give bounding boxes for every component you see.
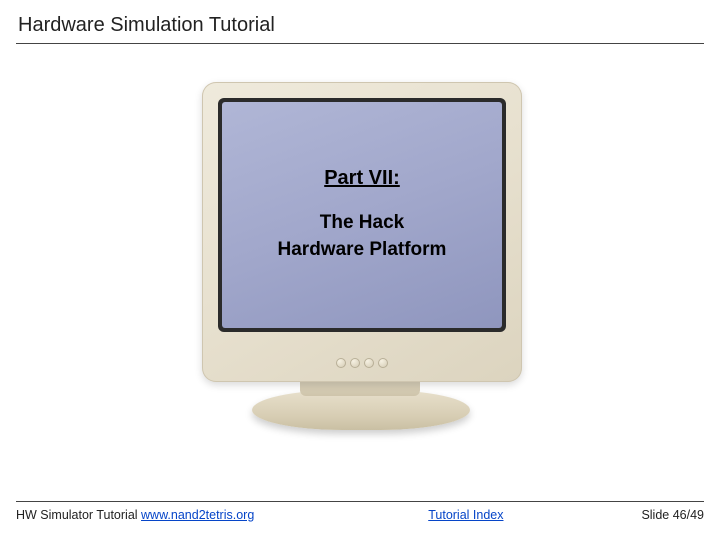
knob-icon	[336, 358, 346, 368]
slide-part-label: Part VII:	[324, 167, 400, 190]
monitor-screen: Part VII: The Hack Hardware Platform	[222, 102, 502, 328]
footer-center: Tutorial Index	[254, 508, 641, 522]
slide-counter: Slide 46/49	[641, 508, 704, 522]
monitor-bezel: Part VII: The Hack Hardware Platform	[218, 98, 506, 332]
divider-bottom	[16, 501, 704, 502]
monitor-base	[252, 390, 470, 430]
knob-icon	[364, 358, 374, 368]
monitor-controls	[202, 358, 522, 368]
site-link[interactable]: www.nand2tetris.org	[141, 508, 254, 522]
divider-top	[16, 43, 704, 44]
footer: HW Simulator Tutorial www.nand2tetris.or…	[16, 501, 704, 522]
knob-icon	[350, 358, 360, 368]
slide-stage: Part VII: The Hack Hardware Platform	[0, 72, 720, 472]
footer-left-prefix: HW Simulator Tutorial	[16, 508, 141, 522]
page-title: Hardware Simulation Tutorial	[18, 14, 702, 37]
footer-row: HW Simulator Tutorial www.nand2tetris.or…	[16, 508, 704, 522]
header: Hardware Simulation Tutorial	[0, 0, 720, 43]
tutorial-index-link[interactable]: Tutorial Index	[428, 508, 503, 522]
crt-monitor-icon: Part VII: The Hack Hardware Platform	[202, 82, 522, 382]
slide-line-2: Hardware Platform	[278, 237, 447, 264]
knob-icon	[378, 358, 388, 368]
footer-left: HW Simulator Tutorial www.nand2tetris.or…	[16, 508, 254, 522]
slide-line-1: The Hack	[320, 210, 404, 237]
